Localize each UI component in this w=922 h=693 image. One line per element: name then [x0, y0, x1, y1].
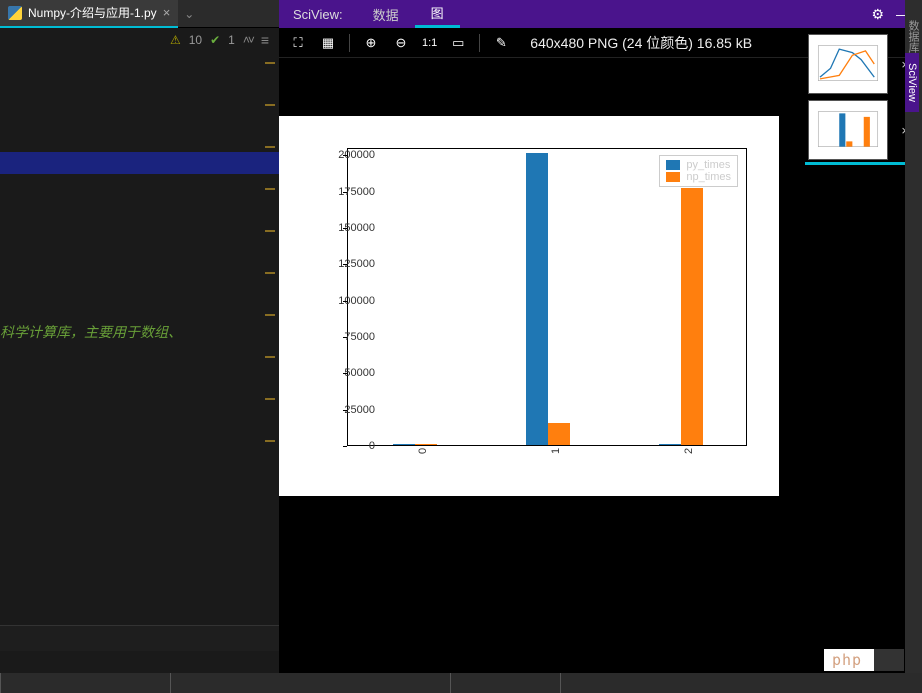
- toolwindow-database[interactable]: 数据库: [905, 0, 921, 53]
- legend-label-0: py_times: [686, 159, 730, 171]
- watermark-text: php: [832, 651, 862, 669]
- chart-legend: py_times np_times: [659, 155, 738, 187]
- status-bar: [0, 673, 922, 693]
- file-tab-label: Numpy-介绍与应用-1.py: [28, 4, 157, 21]
- legend-item-py: py_times: [666, 159, 731, 171]
- pass-count: 1: [228, 33, 235, 47]
- grid-icon[interactable]: ▦: [319, 34, 337, 52]
- fit-icon[interactable]: ⛶: [289, 34, 307, 52]
- x-tick-label: 0: [417, 448, 429, 454]
- legend-item-np: np_times: [666, 171, 731, 183]
- line-chart-thumb-icon: [813, 39, 883, 89]
- warning-icon: ⚠: [170, 33, 181, 47]
- zoom-out-icon[interactable]: ⊖: [392, 34, 410, 52]
- sciview-title: SciView:: [279, 7, 357, 22]
- inspection-status: ⚠ 10 ✔ 1 ˄˅ ≡: [0, 28, 279, 52]
- bar-np_times-1: [548, 423, 570, 445]
- thumbnail-1[interactable]: ×: [808, 34, 888, 94]
- tab-data[interactable]: 数据: [357, 0, 415, 28]
- editor-marks-gutter: [265, 62, 277, 612]
- thumbnail-panel: × ×: [803, 28, 893, 166]
- toolwindow-sciview[interactable]: SciView: [905, 53, 919, 112]
- watermark: php: [824, 649, 904, 671]
- image-info-text: 640x480 PNG (24 位颜色) 16.85 kB: [530, 33, 752, 53]
- editor-body[interactable]: 科学计算库，主要用于数组、: [0, 52, 279, 693]
- sciview-header: SciView: 数据 图 ⚙ —: [279, 0, 922, 28]
- bar-np_times-2: [681, 188, 703, 445]
- updown-icon[interactable]: ˄˅: [243, 33, 253, 47]
- chart-canvas: py_times np_times 0250005000075000100000…: [279, 116, 779, 496]
- code-comment-text: 科学计算库，主要用于数组、: [0, 322, 182, 342]
- actual-size-icon[interactable]: ▭: [449, 34, 467, 52]
- bar-np_times-0: [415, 444, 437, 445]
- x-tick-label: 1: [550, 448, 562, 454]
- chevron-down-icon[interactable]: ⌄: [178, 7, 200, 21]
- tab-data-label: 数据: [373, 5, 399, 24]
- x-tick-label: 2: [683, 448, 695, 454]
- thumbnail-2[interactable]: ×: [808, 100, 888, 160]
- plot-frame: py_times np_times: [347, 148, 747, 446]
- color-picker-icon[interactable]: ✎: [492, 34, 510, 52]
- bar-py_times-0: [393, 444, 415, 445]
- ratio-button[interactable]: 1:1: [422, 34, 437, 52]
- tab-plot[interactable]: 图: [415, 0, 460, 28]
- sciview-pane: SciView: 数据 图 ⚙ — ⛶ ▦ ⊕ ⊖ 1:1 ▭ ✎ 640x48…: [279, 0, 922, 693]
- bar-chart-thumb-icon: [813, 105, 883, 155]
- zoom-in-icon[interactable]: ⊕: [362, 34, 380, 52]
- editor-tab-bar: Numpy-介绍与应用-1.py × ⌄: [0, 0, 279, 28]
- selected-line-highlight: [0, 152, 279, 174]
- bar-py_times-2: [659, 444, 681, 445]
- bar-py_times-1: [526, 153, 548, 445]
- menu-icon[interactable]: ≡: [261, 32, 269, 48]
- gear-icon[interactable]: ⚙: [871, 6, 884, 23]
- tab-plot-label: 图: [431, 3, 444, 22]
- right-toolwindow-strip: 数据库 SciView: [905, 0, 922, 693]
- editor-pane: Numpy-介绍与应用-1.py × ⌄ ⚠ 10 ✔ 1 ˄˅ ≡ 科学计算库…: [0, 0, 279, 693]
- legend-label-1: np_times: [686, 171, 731, 183]
- file-tab[interactable]: Numpy-介绍与应用-1.py ×: [0, 0, 178, 28]
- python-icon: [8, 6, 22, 20]
- warning-count: 10: [189, 33, 202, 47]
- editor-bottom-split[interactable]: [0, 625, 279, 651]
- check-icon: ✔: [210, 33, 220, 47]
- close-icon[interactable]: ×: [163, 5, 171, 20]
